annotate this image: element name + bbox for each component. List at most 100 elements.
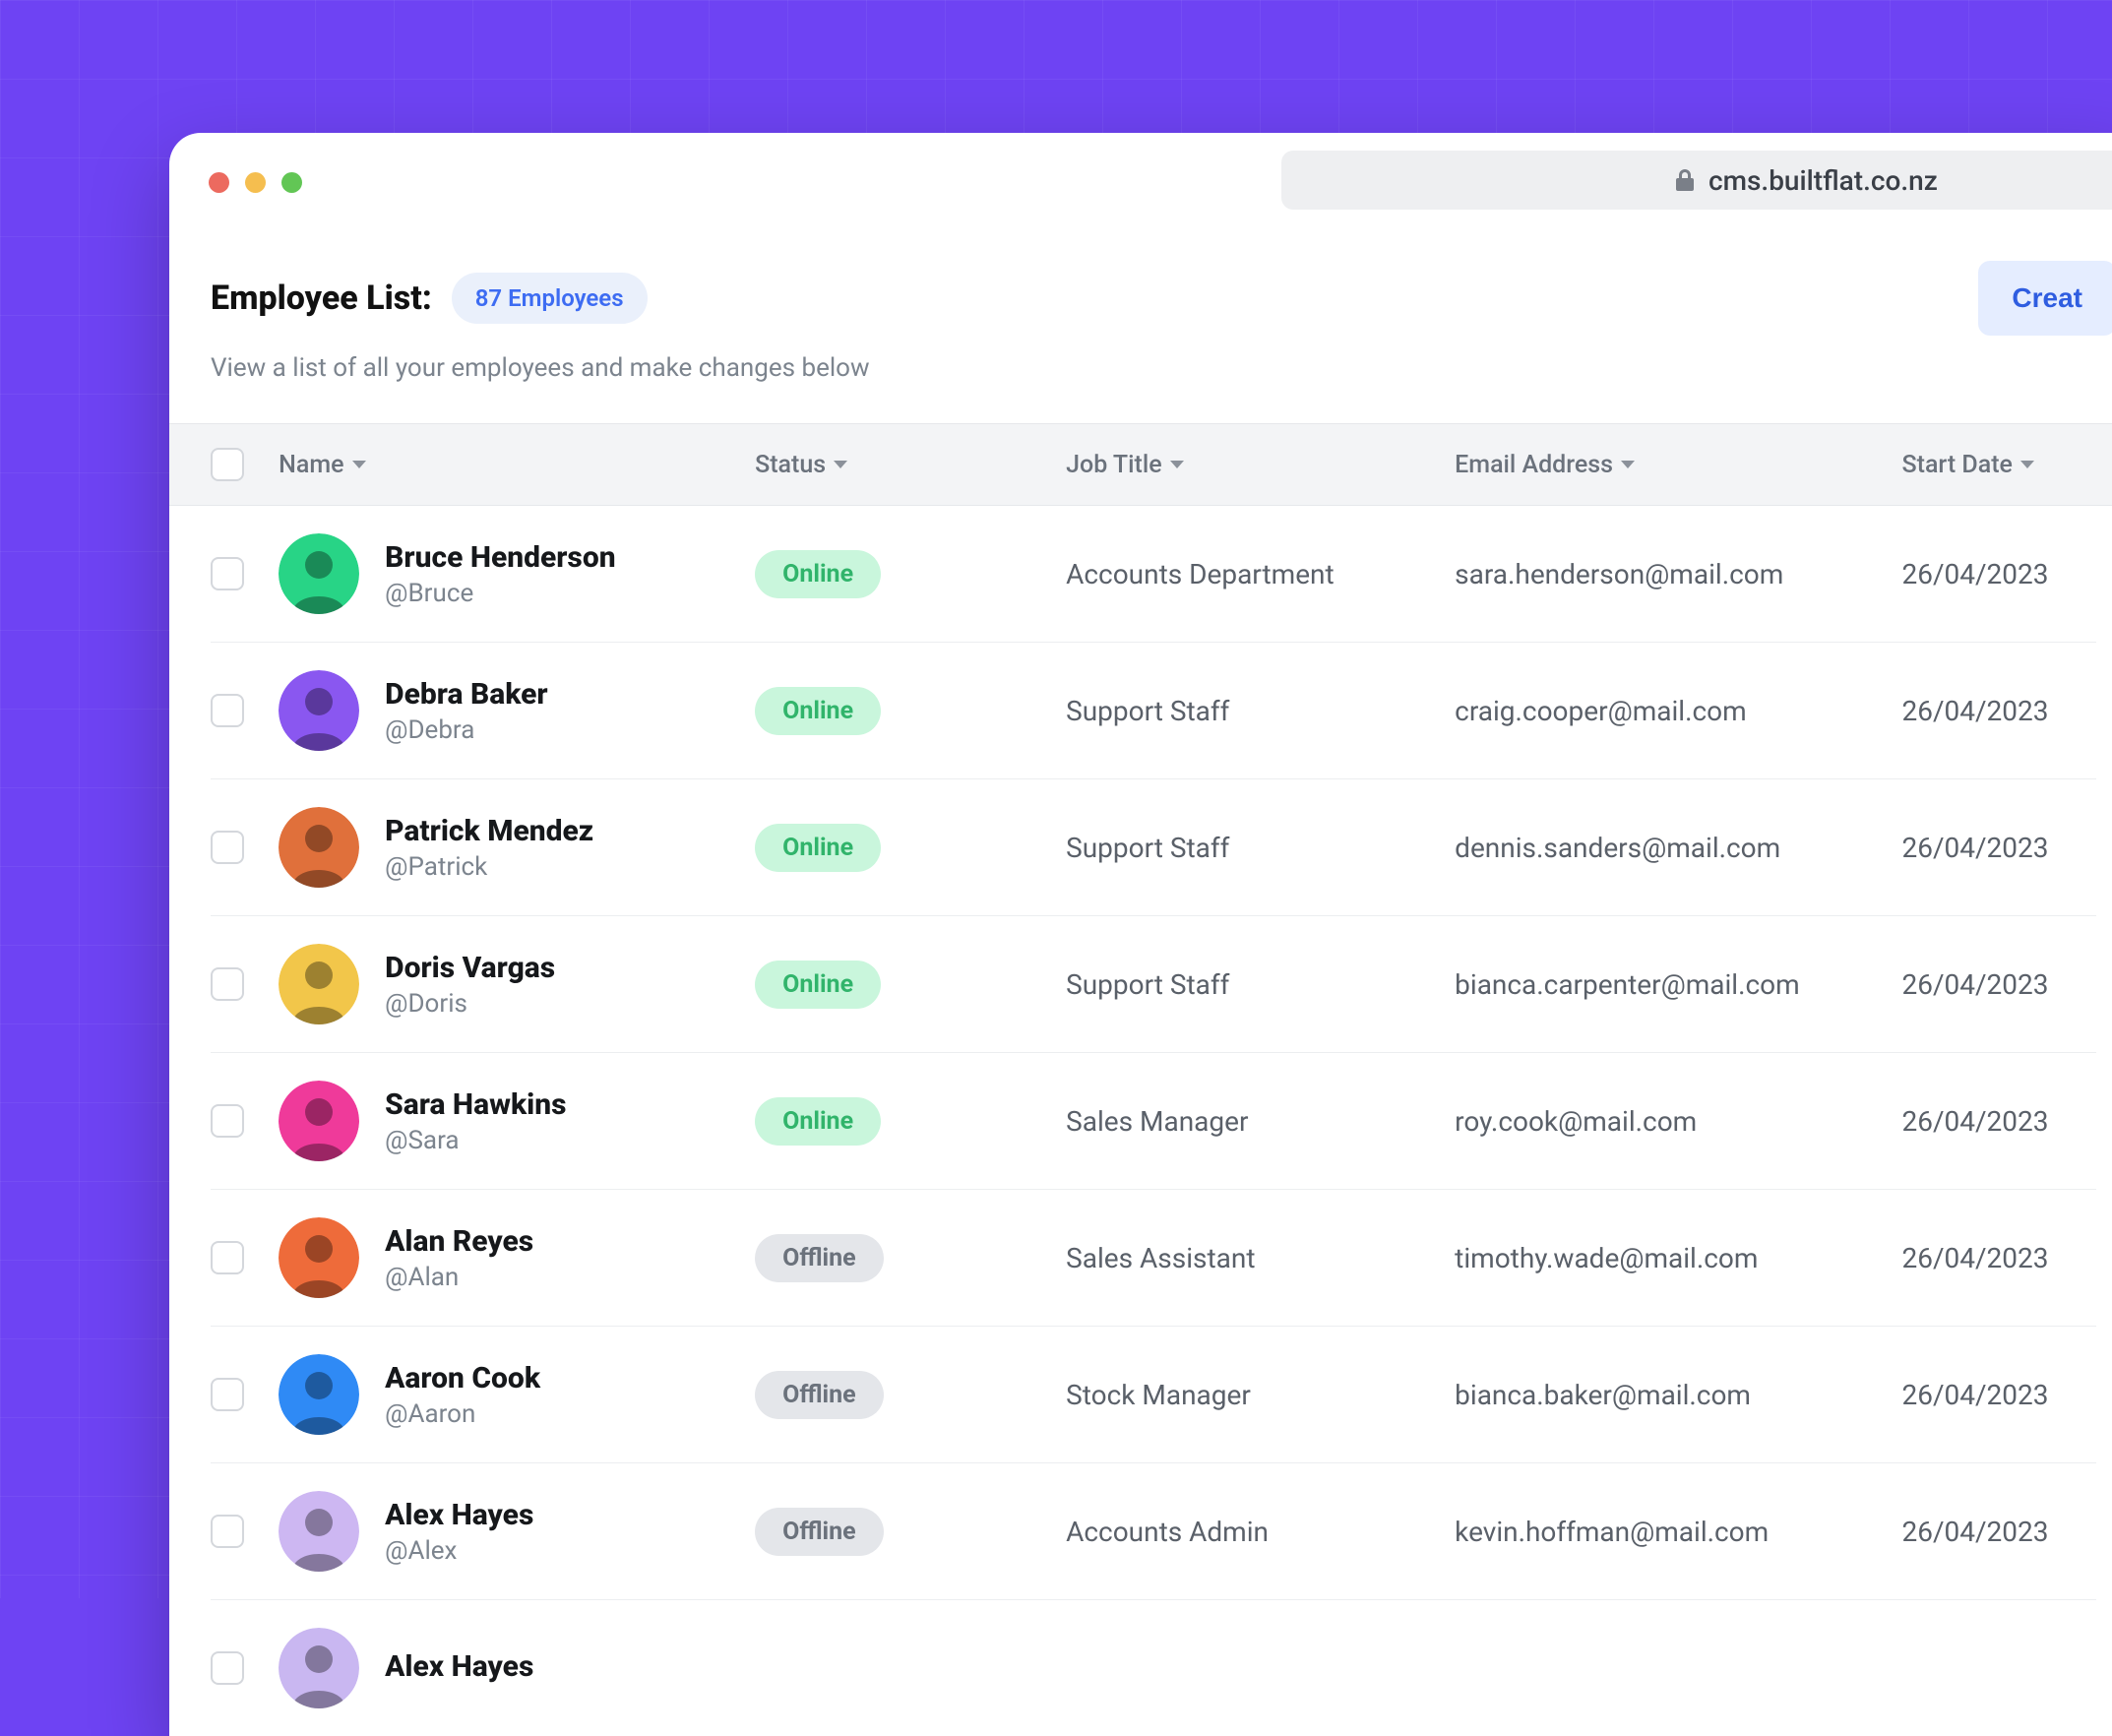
- employee-name: Sara Hawkins: [385, 1087, 566, 1122]
- table-row[interactable]: Doris Vargas @Doris Online Support Staff…: [211, 916, 2096, 1053]
- start-date: 26/04/2023: [1901, 695, 2096, 727]
- table-row[interactable]: Patrick Mendez @Patrick Online Support S…: [211, 779, 2096, 916]
- window-controls: [209, 172, 302, 193]
- status-badge: Online: [755, 550, 881, 598]
- sort-caret-icon: [352, 461, 366, 468]
- email-address: bianca.carpenter@mail.com: [1455, 968, 1901, 1001]
- email-address: kevin.hoffman@mail.com: [1455, 1516, 1901, 1548]
- job-title: Sales Assistant: [1066, 1242, 1455, 1274]
- column-header-job[interactable]: Job Title: [1066, 451, 1455, 479]
- column-header-start[interactable]: Start Date: [1901, 451, 2096, 479]
- sort-caret-icon: [1621, 461, 1635, 468]
- job-title: Stock Manager: [1066, 1379, 1455, 1411]
- employee-count-badge: 87 Employees: [452, 273, 648, 324]
- status-badge: Online: [755, 1097, 881, 1146]
- maximize-icon[interactable]: [281, 172, 302, 193]
- employee-name: Alex Hayes: [385, 1498, 533, 1532]
- job-title: Support Staff: [1066, 832, 1455, 864]
- column-header-label: Email Address: [1455, 451, 1613, 479]
- employee-name: Alex Hayes: [385, 1649, 533, 1684]
- employee-handle: @Patrick: [385, 852, 593, 882]
- address-bar[interactable]: cms.builtflat.co.nz: [1281, 151, 2112, 210]
- page-subtitle: View a list of all your employees and ma…: [211, 353, 2096, 383]
- email-address: sara.henderson@mail.com: [1455, 558, 1901, 590]
- sort-caret-icon: [834, 461, 847, 468]
- table-row[interactable]: Bruce Henderson @Bruce Online Accounts D…: [211, 506, 2096, 643]
- employee-name: Debra Baker: [385, 677, 547, 712]
- minimize-icon[interactable]: [245, 172, 266, 193]
- start-date: 26/04/2023: [1901, 968, 2096, 1001]
- table-row[interactable]: Alan Reyes @Alan Offline Sales Assistant…: [211, 1190, 2096, 1327]
- table-row[interactable]: Sara Hawkins @Sara Online Sales Manager …: [211, 1053, 2096, 1190]
- employee-name: Doris Vargas: [385, 951, 555, 985]
- start-date: 26/04/2023: [1901, 1242, 2096, 1274]
- app-window: cms.builtflat.co.nz Employee List: 87 Em…: [169, 133, 2112, 1736]
- table-row[interactable]: Alex Hayes: [211, 1600, 2096, 1736]
- avatar: [279, 1217, 359, 1298]
- avatar: [279, 1081, 359, 1161]
- sort-caret-icon: [2020, 461, 2034, 468]
- select-all-checkbox[interactable]: [211, 448, 244, 481]
- email-address: bianca.baker@mail.com: [1455, 1379, 1901, 1411]
- email-address: dennis.sanders@mail.com: [1455, 832, 1901, 864]
- column-header-label: Status: [755, 451, 826, 479]
- row-checkbox[interactable]: [211, 1378, 244, 1411]
- create-button[interactable]: Creat: [1978, 261, 2112, 336]
- table-row[interactable]: Debra Baker @Debra Online Support Staff …: [211, 643, 2096, 779]
- employee-name: Aaron Cook: [385, 1361, 540, 1395]
- row-checkbox[interactable]: [211, 967, 244, 1001]
- employee-name: Patrick Mendez: [385, 814, 593, 848]
- row-checkbox[interactable]: [211, 1104, 244, 1138]
- job-title: Accounts Department: [1066, 558, 1455, 590]
- table-body: Bruce Henderson @Bruce Online Accounts D…: [169, 506, 2112, 1736]
- job-title: Sales Manager: [1066, 1105, 1455, 1138]
- job-title: Support Staff: [1066, 695, 1455, 727]
- employee-handle: @Bruce: [385, 579, 615, 608]
- employee-handle: @Debra: [385, 715, 547, 745]
- employee-handle: @Alex: [385, 1536, 533, 1566]
- employee-handle: @Alan: [385, 1263, 533, 1292]
- employee-handle: @Aaron: [385, 1399, 540, 1429]
- email-address: craig.cooper@mail.com: [1455, 695, 1901, 727]
- avatar: [279, 1628, 359, 1708]
- start-date: 26/04/2023: [1901, 832, 2096, 864]
- job-title: Accounts Admin: [1066, 1516, 1455, 1548]
- email-address: roy.cook@mail.com: [1455, 1105, 1901, 1138]
- column-header-name[interactable]: Name: [279, 451, 755, 479]
- table-header-row: Name Status Job Title Email Address Star…: [169, 423, 2112, 506]
- row-checkbox[interactable]: [211, 694, 244, 727]
- column-header-label: Job Title: [1066, 451, 1161, 479]
- avatar: [279, 807, 359, 888]
- url-text: cms.builtflat.co.nz: [1708, 164, 1938, 197]
- start-date: 26/04/2023: [1901, 558, 2096, 590]
- employee-name: Bruce Henderson: [385, 540, 615, 575]
- start-date: 26/04/2023: [1901, 1379, 2096, 1411]
- row-checkbox[interactable]: [211, 1241, 244, 1274]
- table-row[interactable]: Alex Hayes @Alex Offline Accounts Admin …: [211, 1463, 2096, 1600]
- row-checkbox[interactable]: [211, 831, 244, 864]
- status-badge: Online: [755, 687, 881, 735]
- start-date: 26/04/2023: [1901, 1516, 2096, 1548]
- status-badge: Online: [755, 961, 881, 1009]
- row-checkbox[interactable]: [211, 1515, 244, 1548]
- row-checkbox[interactable]: [211, 557, 244, 590]
- close-icon[interactable]: [209, 172, 229, 193]
- avatar: [279, 944, 359, 1024]
- email-address: timothy.wade@mail.com: [1455, 1242, 1901, 1274]
- start-date: 26/04/2023: [1901, 1105, 2096, 1138]
- avatar: [279, 1354, 359, 1435]
- table-row[interactable]: Aaron Cook @Aaron Offline Stock Manager …: [211, 1327, 2096, 1463]
- status-badge: Offline: [755, 1234, 884, 1282]
- column-header-status[interactable]: Status: [755, 451, 1066, 479]
- avatar: [279, 670, 359, 751]
- window-titlebar: cms.builtflat.co.nz: [169, 133, 2112, 231]
- job-title: Support Staff: [1066, 968, 1455, 1001]
- row-checkbox[interactable]: [211, 1651, 244, 1685]
- employee-handle: @Sara: [385, 1126, 566, 1155]
- column-header-email[interactable]: Email Address: [1455, 451, 1901, 479]
- lock-icon: [1675, 168, 1695, 192]
- status-badge: Offline: [755, 1508, 884, 1556]
- employee-handle: @Doris: [385, 989, 555, 1019]
- avatar: [279, 1491, 359, 1572]
- avatar: [279, 533, 359, 614]
